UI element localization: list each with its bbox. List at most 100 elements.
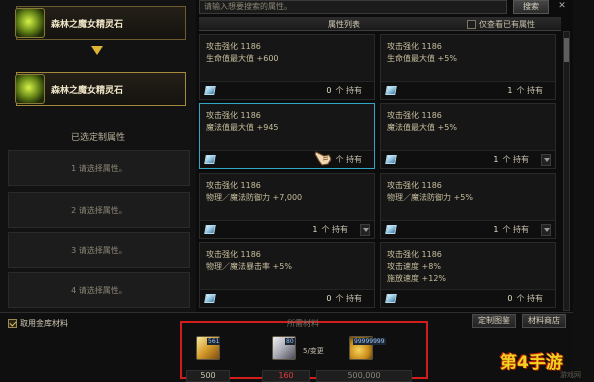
only-owned-checkbox[interactable] — [467, 20, 476, 29]
selected-attributes-title: 已选定制属性 — [70, 133, 125, 143]
attribute-card[interactable]: 攻击强化 1186 物理／魔法防御力 +7,000 1 个 持有 — [199, 173, 375, 239]
watermark-sub: 游戏网 — [560, 371, 581, 379]
list-scrollbar[interactable] — [563, 31, 570, 311]
own-count: 1 — [493, 225, 499, 234]
attribute-card[interactable]: 攻击强化 1186 攻击速度 +8% 施放速度 +12% 0 个 持有 — [380, 242, 556, 308]
attribute-slot-label: 4 请选择属性。 — [71, 285, 127, 295]
result-item-name: 森林之魔女精灵石 — [51, 85, 124, 96]
material-owned-number: 99999999 — [353, 338, 386, 345]
use-storage-checkbox[interactable] — [8, 319, 17, 328]
attribute-list-title: 属性列表 — [328, 20, 360, 29]
attribute-line-2: 魔法值最大值 +945 — [206, 123, 279, 132]
attribute-line-1: 攻击强化 1186 — [387, 111, 442, 120]
chevron-down-icon[interactable] — [360, 223, 370, 236]
attribute-slot-2[interactable]: 2 请选择属性。 — [8, 192, 190, 228]
result-item-slot[interactable]: 森林之魔女精灵石 — [15, 72, 186, 106]
own-row: 1 个 持有 — [381, 150, 555, 168]
own-text: 个 持有 — [516, 294, 543, 303]
left-panel: 森林之魔女精灵石 森林之魔女精灵石 已选定制属性 1 请选择属性。 2 请选择属… — [0, 0, 196, 312]
material-required-value: 500 — [186, 370, 230, 382]
own-text: 个 持有 — [335, 86, 362, 95]
crystal-icon — [204, 86, 216, 95]
custom-guide-button[interactable]: 定制图鉴 — [472, 314, 516, 328]
attribute-line-2: 物理／魔法防御力 +7,000 — [206, 193, 303, 202]
own-text: 个 持有 — [335, 155, 362, 164]
attribute-slot-label: 1 请选择属性。 — [71, 163, 127, 173]
own-row: 0 个 持有 — [381, 289, 555, 307]
material-shop-button[interactable]: 材料商店 — [522, 314, 566, 328]
material-owned-number: 561 — [207, 338, 221, 345]
attribute-list-header: 属性列表 仅查看已有属性 — [199, 17, 561, 31]
attribute-slot-1[interactable]: 1 请选择属性。 — [8, 150, 190, 186]
attribute-card[interactable]: 攻击强化 1186 魔法值最大值 +5% 1 个 持有 — [380, 103, 556, 169]
crystal-icon — [204, 155, 216, 164]
attribute-slot-label: 3 请选择属性。 — [71, 245, 127, 255]
attribute-line-3: 施放速度 +12% — [387, 274, 447, 283]
crystal-icon — [385, 86, 397, 95]
attribute-slot-label: 2 请选择属性。 — [71, 205, 127, 215]
own-count: 0 — [507, 294, 513, 303]
own-count: 1 — [493, 155, 499, 164]
own-text: 个 持有 — [321, 225, 348, 234]
scroll-thumb[interactable] — [564, 38, 569, 62]
crystal-icon — [385, 294, 397, 303]
attribute-line-2: 魔法值最大值 +5% — [387, 123, 457, 132]
right-edge — [573, 0, 594, 382]
source-item-slot[interactable]: 森林之魔女精灵石 — [15, 6, 186, 40]
watermark-main: 第4手游 — [500, 353, 563, 373]
crystal-icon — [204, 225, 216, 234]
attribute-line-1: 攻击强化 1186 — [206, 250, 261, 259]
use-storage-label: 取用金库材料 — [20, 319, 68, 328]
attribute-line-1: 攻击强化 1186 — [206, 111, 261, 120]
attribute-card[interactable]: 攻击强化 1186 物理／魔法暴击率 +5% 0 个 持有 — [199, 242, 375, 308]
watermark: 第4手游 游戏网 — [500, 348, 584, 382]
green-gem-icon — [15, 8, 45, 38]
attribute-card-selected[interactable]: 攻击强化 1186 魔法值最大值 +945 0 个 持有 — [199, 103, 375, 169]
material-required-value: 160 — [262, 370, 310, 382]
hand-cursor-icon — [314, 151, 332, 166]
down-arrow-icon — [91, 46, 103, 55]
search-button[interactable]: 搜索 — [513, 0, 549, 14]
own-text: 个 持有 — [502, 155, 529, 164]
attribute-card[interactable]: 攻击强化 1186 生命值最大值 +5% 1 个 持有 — [380, 34, 556, 100]
attribute-line-2: 生命值最大值 +600 — [206, 54, 279, 63]
close-icon[interactable]: ✕ — [555, 0, 569, 14]
attribute-line-2: 生命值最大值 +5% — [387, 54, 457, 63]
own-row: 1 个 持有 — [381, 81, 555, 99]
green-gem-icon — [15, 74, 45, 104]
attribute-line-1: 攻击强化 1186 — [387, 42, 442, 51]
only-owned-toggle[interactable]: 仅查看已有属性 — [467, 19, 535, 30]
own-row: 1 个 持有 — [200, 220, 374, 238]
crystal-icon — [385, 155, 397, 164]
own-row: 0 个 持有 — [200, 81, 374, 99]
source-item-name: 森林之魔女精灵石 — [51, 19, 124, 30]
materials-title: 所需材料 — [287, 319, 319, 328]
attribute-card[interactable]: 攻击强化 1186 物理／魔法防御力 +5% 1 个 持有 — [380, 173, 556, 239]
attribute-line-2: 攻击速度 +8% — [387, 262, 441, 271]
chevron-down-icon[interactable] — [541, 223, 551, 236]
own-row: 0 个 持有 — [200, 150, 374, 168]
attribute-line-1: 攻击强化 1186 — [387, 250, 442, 259]
attribute-line-1: 攻击强化 1186 — [206, 181, 261, 190]
only-owned-label: 仅查看已有属性 — [479, 20, 535, 29]
use-storage-toggle[interactable]: 取用金库材料 — [8, 318, 68, 329]
chevron-down-icon[interactable] — [541, 153, 551, 166]
attribute-slot-4[interactable]: 4 请选择属性。 — [8, 272, 190, 308]
own-row: 1 个 持有 — [381, 220, 555, 238]
attribute-card[interactable]: 攻击强化 1186 生命值最大值 +600 0 个 持有 — [199, 34, 375, 100]
own-count: 1 — [507, 86, 513, 95]
crystal-icon — [204, 294, 216, 303]
attribute-line-2: 物理／魔法暴击率 +5% — [206, 262, 292, 271]
own-text: 个 持有 — [516, 86, 543, 95]
own-text: 个 持有 — [335, 294, 362, 303]
material-required-value: 500,000 — [316, 370, 412, 382]
search-input[interactable]: 请输入想要搜索的属性。 — [199, 0, 507, 14]
attribute-line-2: 物理／魔法防御力 +5% — [387, 193, 473, 202]
material-owned-number: 80 — [285, 338, 295, 345]
own-count: 0 — [326, 294, 332, 303]
attribute-slot-3[interactable]: 3 请选择属性。 — [8, 232, 190, 268]
material-extra-text: 5/变更 — [303, 347, 324, 355]
attribute-line-1: 攻击强化 1186 — [387, 181, 442, 190]
crystal-icon — [385, 225, 397, 234]
own-count: 1 — [312, 225, 318, 234]
